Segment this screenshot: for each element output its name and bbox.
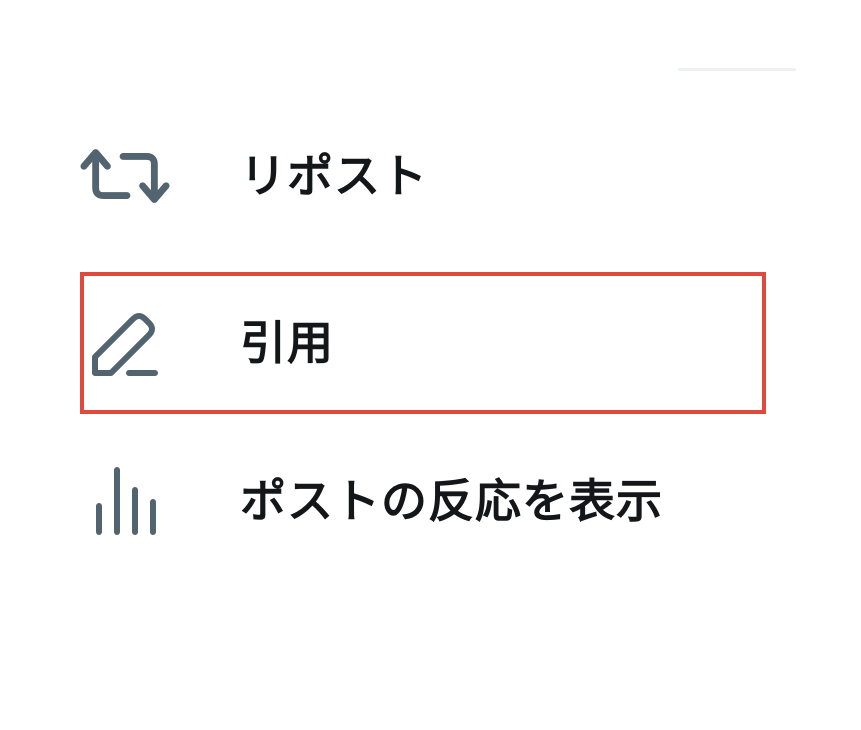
repost-icon [80, 105, 170, 247]
bar-chart-icon [80, 430, 170, 572]
top-divider [678, 68, 796, 71]
menu-item-label: リポスト [240, 149, 428, 203]
share-menu: リポスト 引用 ポストの反応を表示 [0, 0, 861, 730]
pencil-icon [80, 272, 170, 414]
menu-item-label: 引用 [240, 316, 334, 370]
menu-item-label: ポストの反応を表示 [240, 474, 663, 528]
menu-item-repost[interactable]: リポスト [80, 105, 766, 247]
menu-item-quote[interactable]: 引用 [80, 272, 766, 414]
menu-item-view-engagement[interactable]: ポストの反応を表示 [80, 430, 766, 572]
